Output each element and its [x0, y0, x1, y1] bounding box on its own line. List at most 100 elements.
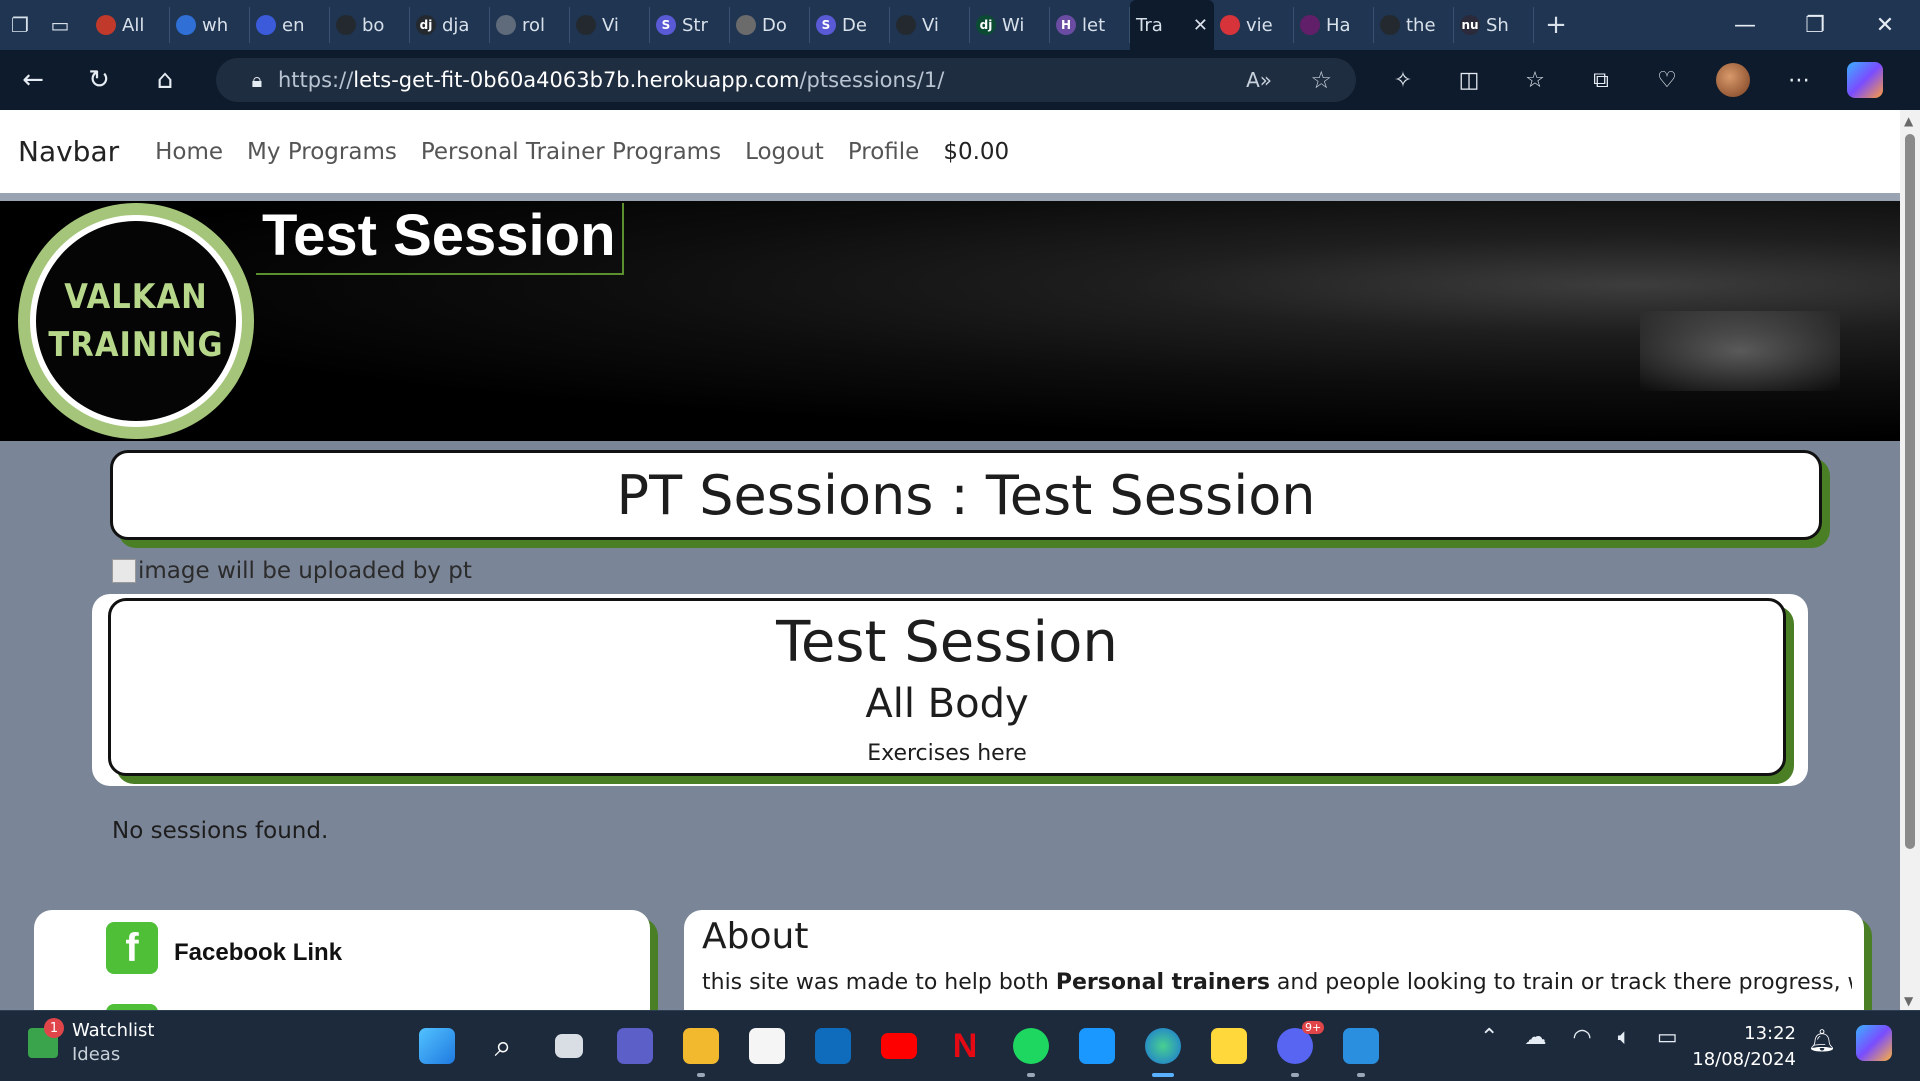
- browser-tab[interactable]: Do: [730, 7, 810, 43]
- session-type: All Body: [865, 681, 1029, 727]
- nav-link-logout[interactable]: Logout: [745, 139, 824, 165]
- extensions-icon[interactable]: ✧: [1370, 50, 1436, 110]
- browser-tab[interactable]: nu Sh: [1454, 7, 1534, 43]
- browser-tab[interactable]: Vi: [570, 7, 650, 43]
- spotify-icon[interactable]: [998, 1021, 1064, 1077]
- tab-label: All: [122, 14, 145, 36]
- tab-favicon-icon: nu: [1460, 15, 1480, 35]
- microsoft-store-icon[interactable]: [734, 1021, 800, 1071]
- copilot-icon[interactable]: [1832, 50, 1898, 110]
- tab-label: vie: [1246, 14, 1273, 36]
- home-button[interactable]: ⌂: [132, 50, 198, 110]
- nav-link-profile[interactable]: Profile: [848, 139, 920, 165]
- collections-icon[interactable]: ⧉: [1568, 50, 1634, 110]
- browser-tab[interactable]: rol: [490, 7, 570, 43]
- favorites-icon[interactable]: ☆: [1502, 50, 1568, 110]
- back-button[interactable]: ←: [0, 50, 66, 110]
- show-hidden-icons-icon[interactable]: ⌃: [1480, 1025, 1498, 1050]
- volume-icon[interactable]: 🔈︎: [1618, 1025, 1631, 1050]
- session-card: Test Session All Body Exercises here: [108, 598, 1786, 776]
- tab-favicon-icon: [256, 15, 276, 35]
- address-bar-row: ← ↻ ⌂ 🔒︎ https://lets-get-fit-0b60a4063b…: [0, 50, 1920, 110]
- copilot-taskbar-icon[interactable]: [1856, 1025, 1892, 1061]
- stocks-icon: 1: [28, 1018, 64, 1058]
- refresh-button[interactable]: ↻: [66, 50, 132, 110]
- facebook-link[interactable]: f Facebook Link: [106, 922, 342, 974]
- profile-avatar[interactable]: [1700, 50, 1766, 110]
- close-window-button[interactable]: ✕: [1850, 0, 1920, 50]
- lock-icon[interactable]: 🔒︎: [236, 68, 278, 92]
- system-clock[interactable]: 13:22 18/08/2024: [1690, 1021, 1796, 1073]
- browser-tab[interactable]: S Str: [650, 7, 730, 43]
- outlook-icon[interactable]: [800, 1021, 866, 1071]
- valkan-training-logo[interactable]: VALKAN TRAINING: [18, 203, 254, 439]
- tab-actions-icon[interactable]: ▭: [40, 0, 80, 50]
- more-menu-icon[interactable]: ⋯: [1766, 50, 1832, 110]
- browser-essentials-icon[interactable]: ♡: [1634, 50, 1700, 110]
- search-icon[interactable]: ⌕: [470, 1021, 536, 1071]
- netflix-icon[interactable]: N: [932, 1021, 998, 1071]
- tab-favicon-icon: [736, 15, 756, 35]
- start-button[interactable]: [404, 1021, 470, 1071]
- hero-title: Test Session: [256, 203, 624, 275]
- tab-favicon-icon: [896, 15, 916, 35]
- edge-browser-icon[interactable]: [1130, 1021, 1196, 1077]
- browser-tab[interactable]: bo: [330, 7, 410, 43]
- browser-tab[interactable]: the: [1374, 7, 1454, 43]
- discord-icon[interactable]: 9+: [1262, 1021, 1328, 1077]
- tab-label: De: [842, 14, 867, 36]
- task-view-icon[interactable]: [536, 1021, 602, 1071]
- scrollbar-thumb[interactable]: [1905, 134, 1915, 849]
- widget-badge: 1: [44, 1018, 64, 1038]
- read-aloud-icon[interactable]: A»: [1246, 68, 1272, 92]
- nav-link-home[interactable]: Home: [155, 139, 223, 165]
- youtube-icon[interactable]: [866, 1021, 932, 1071]
- favorite-star-icon[interactable]: ☆: [1310, 66, 1332, 94]
- scroll-down-arrow-icon[interactable]: ▼: [1904, 994, 1913, 1008]
- cart-total[interactable]: $0.00: [943, 139, 1009, 165]
- browser-tab[interactable]: S De: [810, 7, 890, 43]
- tab-favicon-icon: [96, 15, 116, 35]
- tab-favicon-icon: H: [1056, 15, 1076, 35]
- browser-tab[interactable]: wh: [170, 7, 250, 43]
- tab-label: Vi: [922, 14, 939, 36]
- split-screen-icon[interactable]: ◫: [1436, 50, 1502, 110]
- browser-tab[interactable]: Vi: [890, 7, 970, 43]
- browser-tab[interactable]: en: [250, 7, 330, 43]
- tab-favicon-icon: S: [816, 15, 836, 35]
- browser-tab[interactable]: All: [90, 7, 170, 43]
- notifications-bell-icon[interactable]: 🔔︎: [1808, 1029, 1836, 1054]
- workspaces-icon[interactable]: ❐: [0, 0, 40, 50]
- restore-button[interactable]: ❐: [1780, 0, 1850, 50]
- scroll-up-arrow-icon[interactable]: ▲: [1904, 114, 1913, 128]
- tab-favicon-icon: [1220, 15, 1240, 35]
- navbar-brand[interactable]: Navbar: [18, 135, 119, 168]
- browser-tab[interactable]: Hlet: [1050, 7, 1130, 43]
- url-field[interactable]: 🔒︎ https://lets-get-fit-0b60a4063b7b.her…: [216, 58, 1356, 102]
- tab-active[interactable]: Tra ✕: [1130, 0, 1214, 50]
- browser-tab[interactable]: dj dja: [410, 7, 490, 43]
- facebook-link-label[interactable]: Facebook Link: [174, 939, 342, 967]
- tab-favicon-icon: [336, 15, 356, 35]
- nav-link-my-programs[interactable]: My Programs: [247, 139, 397, 165]
- browser-tab[interactable]: Ha: [1294, 7, 1374, 43]
- page-scrollbar[interactable]: ▲ ▼: [1900, 110, 1920, 1010]
- sticky-notes-icon[interactable]: [1196, 1021, 1262, 1071]
- prime-video-icon[interactable]: [1064, 1021, 1130, 1071]
- watchlist-widget[interactable]: 1 Watchlist Ideas: [28, 1018, 154, 1067]
- close-tab-icon[interactable]: ✕: [1193, 15, 1208, 36]
- tab-label: Str: [682, 14, 708, 36]
- wifi-icon[interactable]: ◠: [1572, 1025, 1591, 1050]
- file-explorer-icon[interactable]: [668, 1021, 734, 1077]
- nav-link-personal-trainer-programs[interactable]: Personal Trainer Programs: [421, 139, 721, 165]
- battery-icon[interactable]: ▭: [1657, 1025, 1678, 1050]
- onedrive-icon[interactable]: ☁: [1524, 1025, 1546, 1050]
- tab-label: let: [1082, 14, 1106, 36]
- new-tab-button[interactable]: +: [1534, 10, 1578, 40]
- teams-icon[interactable]: [602, 1021, 668, 1071]
- vscode-icon[interactable]: [1328, 1021, 1394, 1077]
- minimize-button[interactable]: —: [1710, 0, 1780, 50]
- browser-tab[interactable]: vie: [1214, 7, 1294, 43]
- facebook-icon[interactable]: f: [106, 922, 158, 974]
- browser-tab[interactable]: dj Wi: [970, 7, 1050, 43]
